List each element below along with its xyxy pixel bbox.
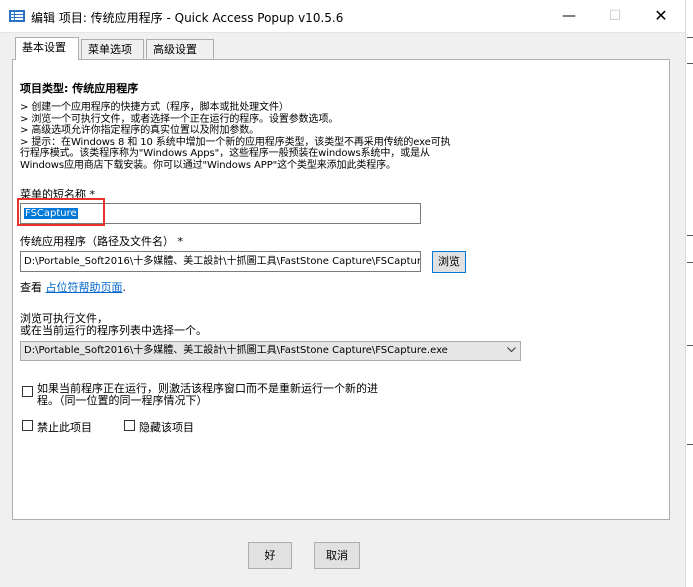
disable-item-checkbox[interactable] — [22, 420, 33, 431]
close-button[interactable]: ✕ — [638, 0, 684, 32]
help-suffix: . — [122, 281, 127, 294]
description-line: 行程序模式。该类程序称为"Windows Apps"，这些程序一般预装在wind… — [20, 148, 430, 159]
description-line: > 提示：在Windows 8 和 10 系统中增加一个新的应用程序类型，该类型… — [20, 136, 451, 148]
ok-button[interactable]: 好 — [248, 542, 292, 569]
description-line: Windows应用商店下载安装。你可以通过"Windows APP"这个类型来添… — [20, 159, 396, 171]
description-line: > 高级选项允许你指定程序的真实位置以及附加参数。 — [20, 125, 260, 136]
title-bar: 编辑 项目: 传统应用程序 - Quick Access Popup v10.5… — [0, 0, 685, 33]
description-line: > 创建一个应用程序的快捷方式（程序，脚本或批处理文件） — [20, 102, 289, 113]
path-input[interactable]: D:\Portable_Soft2016\十多媒體、美工設計\十抓圖工具\Fas… — [20, 251, 421, 272]
description-line: > 浏览一个可执行文件，或者选择一个正在运行的程序。设置参数选项。 — [20, 113, 339, 125]
tab-basic-settings[interactable]: 基本设置 — [15, 37, 79, 60]
window-title: 编辑 项目: 传统应用程序 - Quick Access Popup v10.5… — [31, 11, 344, 25]
tab-advanced-settings[interactable]: 高级设置 — [146, 39, 214, 59]
hide-item-label: 隐藏该项目 — [139, 421, 194, 434]
path-label: 传统应用程序（路径及文件名） * — [20, 235, 183, 248]
help-prefix: 查看 — [20, 281, 42, 294]
description: > 创建一个应用程序的快捷方式（程序，脚本或批处理文件） > 浏览一个可执行文件… — [20, 102, 540, 171]
activate-running-checkbox[interactable] — [22, 386, 33, 397]
maximize-button[interactable]: ☐ — [592, 0, 638, 32]
running-programs-value: D:\Portable_Soft2016\十多媒體、美工設計\十抓圖工具\Fas… — [24, 345, 448, 356]
background-window-edge — [685, 0, 693, 587]
cancel-button[interactable]: 取消 — [314, 542, 360, 569]
placeholder-help-link[interactable]: 占位符帮助页面 — [46, 281, 123, 294]
list-window-icon — [9, 10, 25, 22]
tab-menu-options[interactable]: 菜单选项 — [81, 39, 144, 59]
item-type-heading: 项目类型: 传统应用程序 — [20, 82, 139, 95]
help-line: 查看 占位符帮助页面. — [20, 279, 126, 295]
running-programs-dropdown[interactable]: D:\Portable_Soft2016\十多媒體、美工設計\十抓圖工具\Fas… — [20, 341, 521, 361]
minimize-button[interactable]: — — [546, 0, 592, 32]
annotation-highlight — [17, 198, 105, 226]
hide-item-checkbox[interactable] — [124, 420, 135, 431]
disable-item-label: 禁止此项目 — [37, 421, 92, 434]
chevron-down-icon — [507, 342, 516, 360]
browse-button[interactable]: 浏览 — [432, 251, 466, 273]
browse-hint-line2: 或在当前运行的程序列表中选择一个。 — [20, 324, 207, 337]
activate-running-label-2: 程。（同一位置的同一程序情况下） — [37, 394, 208, 407]
